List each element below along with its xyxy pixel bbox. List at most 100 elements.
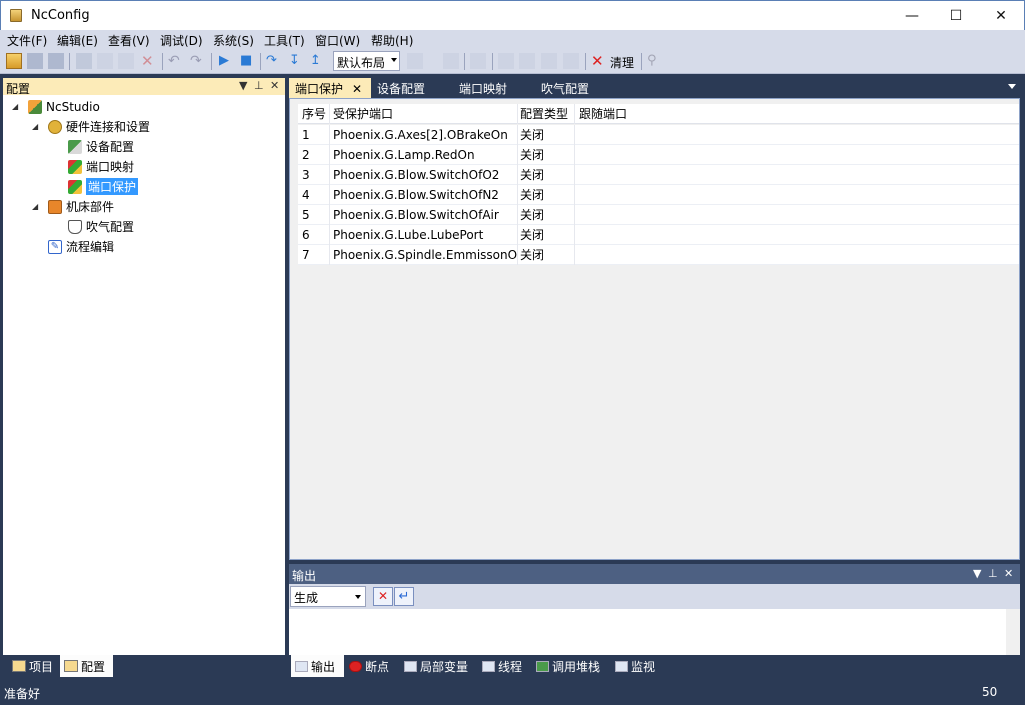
column-header-follow-port[interactable]: 跟随端口: [575, 104, 1019, 124]
cell-follow-port[interactable]: [575, 165, 1019, 185]
tab-device-config[interactable]: 设备配置: [371, 78, 431, 98]
disconnect-icon[interactable]: [541, 53, 557, 69]
tree-node-device-config[interactable]: 设备配置: [68, 137, 134, 156]
table-row[interactable]: 4 Phoenix.G.Blow.SwitchOfN2 关闭: [298, 185, 1019, 205]
collapse-icon[interactable]: ◢: [12, 102, 22, 111]
panel-close-icon[interactable]: ✕: [270, 79, 279, 92]
close-button[interactable]: ✕: [978, 1, 1024, 31]
maximize-button[interactable]: ☐: [933, 1, 979, 31]
cell-protected-port[interactable]: Phoenix.G.Blow.SwitchOfO2: [330, 165, 518, 185]
cell-follow-port[interactable]: [575, 225, 1019, 245]
paste-icon[interactable]: [118, 53, 134, 69]
column-header-index[interactable]: 序号: [298, 104, 330, 124]
redo-icon[interactable]: ↷: [190, 53, 206, 69]
tab-port-protect[interactable]: 端口保护 ✕: [289, 78, 371, 98]
table-row[interactable]: 1 Phoenix.G.Axes[2].OBrakeOn 关闭: [298, 125, 1019, 145]
menu-edit[interactable]: 编辑(E): [57, 32, 98, 49]
column-header-protected-port[interactable]: 受保护端口: [330, 104, 518, 124]
tree-node-ncstudio[interactable]: ◢ NcStudio: [12, 97, 100, 116]
cell-protected-port[interactable]: Phoenix.G.Lamp.RedOn: [330, 145, 518, 165]
open-icon[interactable]: [6, 53, 22, 69]
tab-breakpoints[interactable]: 断点: [345, 655, 393, 677]
export-icon[interactable]: [443, 53, 459, 69]
cell-config-type[interactable]: 关闭: [518, 185, 575, 205]
table-row[interactable]: 5 Phoenix.G.Blow.SwitchOfAir 关闭: [298, 205, 1019, 225]
minimize-button[interactable]: —: [889, 1, 935, 31]
tab-locals[interactable]: 局部变量: [400, 655, 472, 677]
copy-icon[interactable]: [97, 53, 113, 69]
clear-output-icon[interactable]: ✕: [373, 587, 393, 606]
menu-debug[interactable]: 调试(D): [160, 32, 203, 49]
tree-node-flow-edit[interactable]: ✎ 流程编辑: [48, 237, 114, 256]
cell-config-type[interactable]: 关闭: [518, 225, 575, 245]
cell-protected-port[interactable]: Phoenix.G.Axes[2].OBrakeOn: [330, 125, 518, 145]
menu-file[interactable]: 文件(F): [7, 32, 47, 49]
table-row[interactable]: 3 Phoenix.G.Blow.SwitchOfO2 关闭: [298, 165, 1019, 185]
cell-follow-port[interactable]: [575, 145, 1019, 165]
run-icon[interactable]: ▶: [219, 53, 235, 69]
cell-follow-port[interactable]: [575, 205, 1019, 225]
panel-menu-icon[interactable]: ▼: [973, 567, 981, 580]
table-row[interactable]: 6 Phoenix.G.Lube.LubePort 关闭: [298, 225, 1019, 245]
collapse-icon[interactable]: ◢: [32, 202, 42, 211]
cell-config-type[interactable]: 关闭: [518, 165, 575, 185]
table-row[interactable]: 7 Phoenix.G.Spindle.EmmissonOn 关闭: [298, 245, 1019, 265]
step-into-icon[interactable]: ↧: [289, 53, 305, 69]
cell-follow-port[interactable]: [575, 245, 1019, 265]
cell-config-type[interactable]: 关闭: [518, 125, 575, 145]
menu-view[interactable]: 查看(V): [108, 32, 150, 49]
table-row[interactable]: 2 Phoenix.G.Lamp.RedOn 关闭: [298, 145, 1019, 165]
stop-icon[interactable]: ■: [240, 53, 256, 69]
menu-tools[interactable]: 工具(T): [264, 32, 305, 49]
delete-icon[interactable]: ✕: [141, 53, 157, 69]
undo-icon[interactable]: ↶: [168, 53, 184, 69]
tab-threads[interactable]: 线程: [478, 655, 526, 677]
pin-icon[interactable]: ⊥: [254, 79, 264, 92]
cell-follow-port[interactable]: [575, 185, 1019, 205]
clear-button[interactable]: 清理: [610, 54, 634, 71]
cell-protected-port[interactable]: Phoenix.G.Lube.LubePort: [330, 225, 518, 245]
connect-icon[interactable]: [519, 53, 535, 69]
tab-call-stack[interactable]: 调用堆栈: [532, 655, 604, 677]
layout-icon[interactable]: [407, 53, 423, 69]
cell-config-type[interactable]: 关闭: [518, 245, 575, 265]
menu-help[interactable]: 帮助(H): [371, 32, 413, 49]
tab-close-icon[interactable]: ✕: [352, 82, 362, 96]
word-wrap-icon[interactable]: ↵: [394, 587, 414, 606]
cell-protected-port[interactable]: Phoenix.G.Blow.SwitchOfN2: [330, 185, 518, 205]
tab-config[interactable]: 配置: [60, 655, 113, 677]
tab-output[interactable]: 输出: [291, 655, 344, 677]
cell-protected-port[interactable]: Phoenix.G.Blow.SwitchOfAir: [330, 205, 518, 225]
output-source-select[interactable]: 生成: [290, 586, 366, 607]
output-scrollbar[interactable]: [1006, 609, 1020, 655]
tree-node-machine-parts[interactable]: ◢ 机床部件: [32, 197, 114, 216]
menu-window[interactable]: 窗口(W): [315, 32, 360, 49]
tree-node-port-protect[interactable]: 端口保护: [66, 177, 139, 196]
menu-system[interactable]: 系统(S): [213, 32, 254, 49]
collapse-icon[interactable]: ◢: [32, 122, 42, 131]
cut-icon[interactable]: [76, 53, 92, 69]
save-all-icon[interactable]: [48, 53, 64, 69]
panel-menu-icon[interactable]: ▼: [239, 79, 247, 92]
tab-port-map[interactable]: 端口映射: [453, 78, 513, 98]
tab-watch[interactable]: 监视: [611, 655, 659, 677]
clear-icon[interactable]: ✕: [591, 53, 607, 69]
monitor-icon[interactable]: [563, 53, 579, 69]
tree-node-hardware[interactable]: ◢ 硬件连接和设置: [32, 117, 150, 136]
cell-config-type[interactable]: 关闭: [518, 205, 575, 225]
cell-follow-port[interactable]: [575, 125, 1019, 145]
cell-config-type[interactable]: 关闭: [518, 145, 575, 165]
tab-list-dropdown-icon[interactable]: [1008, 84, 1016, 89]
pin-icon[interactable]: ⊥: [988, 567, 998, 580]
output-text-area[interactable]: [289, 609, 1005, 655]
list-icon[interactable]: [470, 53, 486, 69]
cell-protected-port[interactable]: Phoenix.G.Spindle.EmmissonOn: [330, 245, 518, 265]
tree-node-blow-config[interactable]: 吹气配置: [68, 217, 134, 236]
save-icon[interactable]: [27, 53, 43, 69]
tab-project[interactable]: 项目: [8, 655, 57, 677]
panel-close-icon[interactable]: ✕: [1004, 567, 1013, 580]
step-over-icon[interactable]: ↷: [266, 53, 282, 69]
search-icon[interactable]: ⚲: [647, 53, 663, 69]
tab-blow-config[interactable]: 吹气配置: [535, 78, 595, 98]
window-icon[interactable]: [498, 53, 514, 69]
